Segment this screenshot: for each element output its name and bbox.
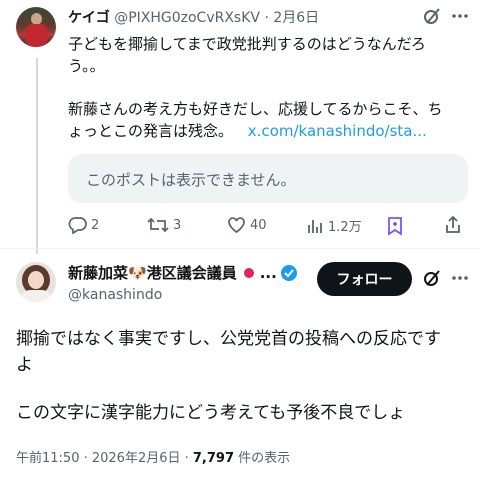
divider: [0, 248, 480, 249]
tweet-meta: 午前11:50 · 2026年2月6日 · 7,797 件の表示: [16, 447, 290, 466]
more-icon[interactable]: [450, 8, 470, 24]
reply-author-handle[interactable]: @PIXHG0zoCvRXsKV: [114, 10, 260, 26]
bookmark-icon[interactable]: [386, 216, 404, 240]
main-author-name[interactable]: 新藤加菜 🐶 港区議会議員 ...: [68, 262, 298, 283]
like-button[interactable]: 40: [227, 216, 267, 234]
dog-emoji: 🐶: [128, 263, 147, 282]
main-author-handle[interactable]: @kanashindo: [68, 287, 162, 303]
views-count: 1.2万: [328, 220, 362, 235]
main-author-name-suffix: 港区議会議員: [146, 264, 237, 282]
repost-button[interactable]: 3: [147, 216, 181, 234]
tweet-timestamp[interactable]: 午前11:50 · 2026年2月6日 ·: [16, 451, 193, 466]
name-ellipsis: ...: [259, 263, 277, 282]
reply-icon: [68, 217, 87, 234]
main-text-line3: この文字に漢字能力にどう考えても予後不良でしょ: [16, 403, 406, 423]
reply-text-line2: う。。: [68, 57, 105, 75]
main-avatar[interactable]: [16, 262, 56, 302]
views-button[interactable]: 1.2万: [306, 216, 362, 235]
repost-count: 3: [173, 217, 182, 233]
main-text-line2: よ: [16, 355, 33, 375]
quote-unavailable-box[interactable]: このポストは表示できません。: [68, 154, 468, 203]
share-icon[interactable]: [444, 215, 462, 239]
reply-header: ケイゴ @PIXHG0zoCvRXsKV · 2月6日: [68, 7, 319, 27]
reply-count: 2: [91, 217, 100, 233]
repost-icon: [147, 217, 169, 233]
reply-avatar[interactable]: [16, 7, 56, 47]
heart-icon: [228, 217, 245, 234]
like-count: 40: [250, 217, 267, 233]
follow-button[interactable]: フォロー: [317, 262, 412, 296]
reply-quote-link[interactable]: x.com/kanashindo/sta...: [248, 122, 427, 140]
reply-button[interactable]: 2: [68, 216, 99, 234]
main-text-line1: 揶揄ではなく事実ですし、公党党首の投稿への反応です: [16, 329, 441, 349]
reply-text-line4: ょっとこの発言は残念。 x.com/kanashindo/sta...: [68, 120, 427, 142]
tweet-view-suffix: 件の表示: [234, 451, 291, 466]
thread-line: [36, 58, 38, 254]
reply-author-name[interactable]: ケイゴ: [68, 10, 110, 26]
japan-flag-icon: [241, 265, 257, 281]
views-icon: [308, 219, 322, 233]
verified-badge-icon: [280, 264, 298, 282]
reply-text-line1: 子どもを揶揄してまで政党批判するのはどうなんだろ: [68, 35, 426, 53]
main-author-name-text: 新藤加菜: [68, 264, 129, 282]
reply-text-line4-text: ょっとこの発言は残念。: [68, 122, 234, 140]
reply-date[interactable]: 2月6日: [273, 10, 319, 26]
main-more-icon[interactable]: [450, 270, 470, 286]
main-grok-icon[interactable]: [422, 268, 442, 288]
reply-text-line3: 新藤さんの考え方も好きだし、応援してるからこそ、ち: [68, 100, 443, 118]
grok-icon[interactable]: [422, 6, 442, 26]
tweet-view-count: 7,797: [192, 451, 235, 466]
reply-dot: ·: [264, 10, 269, 26]
